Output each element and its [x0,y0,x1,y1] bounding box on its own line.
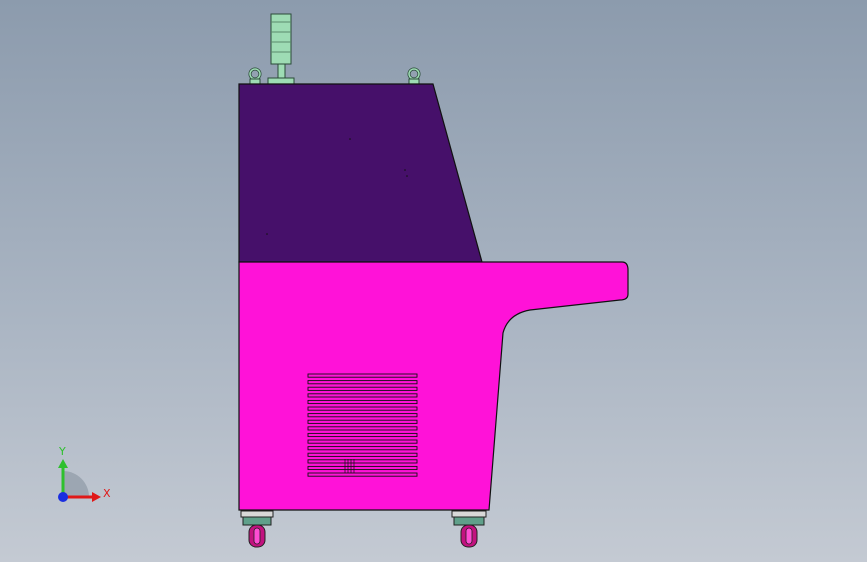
lower-body[interactable] [238,261,629,511]
vent-slat [307,413,418,418]
x-axis-arrow [92,492,101,502]
vent-slat [307,459,418,464]
vent-slat [307,393,418,398]
y-axis-arrow [58,459,68,468]
cad-viewport[interactable]: X Y [0,0,867,562]
vent-slat [307,419,418,424]
triad-arc [63,471,89,497]
vent-slat [307,399,418,405]
vent-slat [307,446,418,451]
vent-slat [307,373,418,378]
triad-origin [58,492,68,502]
vent-slat [307,386,418,391]
vent-slat [307,432,418,438]
vent-slat [307,406,418,411]
caster-left[interactable] [240,510,274,548]
vent-slat [307,472,418,477]
lifting-eye-right[interactable] [407,67,421,85]
caster-right[interactable] [451,510,487,548]
axis-triad[interactable]: X Y [58,445,111,502]
vent-slat [307,452,418,457]
vent-slat [307,465,418,471]
vent-slat [307,439,418,444]
lifting-eye-left[interactable] [248,67,262,85]
y-axis-label: Y [58,445,66,458]
stack-light[interactable] [267,13,295,85]
model-canvas[interactable]: X Y [0,0,867,562]
vent-slat [307,380,418,385]
x-axis-label: X [103,487,111,500]
upper-housing[interactable] [238,83,483,263]
vent-slat [307,426,418,431]
